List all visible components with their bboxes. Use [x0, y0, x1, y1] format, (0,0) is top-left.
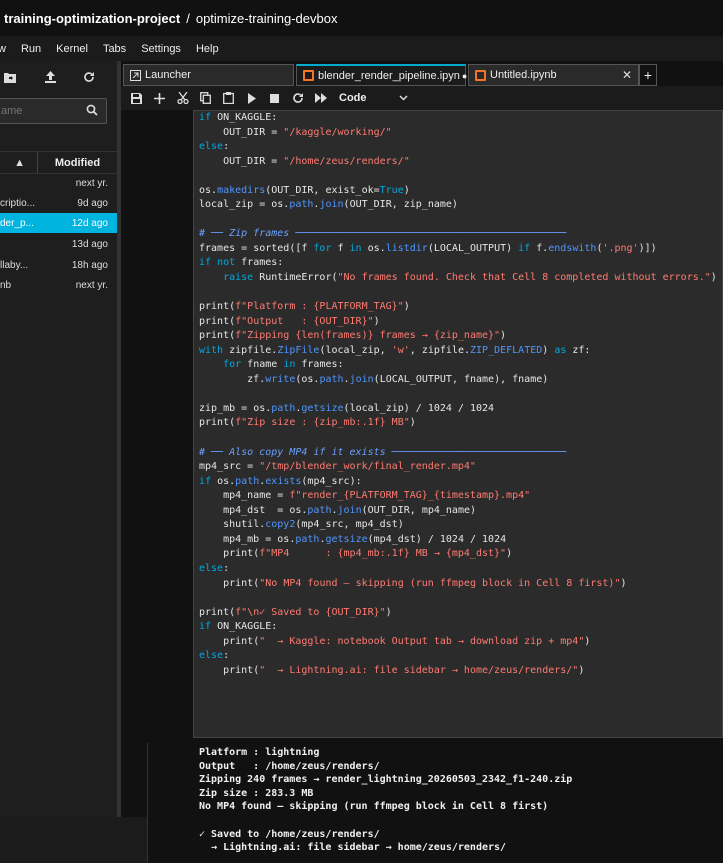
cut-icon[interactable] [171, 88, 194, 108]
unsaved-dot-icon[interactable]: ● [462, 71, 467, 81]
menu-run[interactable]: Run [21, 43, 41, 55]
file-name: nb [0, 279, 12, 291]
file-browser-toolbar [0, 61, 117, 93]
refresh-icon[interactable] [82, 70, 96, 84]
tab-bar: Launcher blender_render_pipeline.ipyn ● … [121, 64, 723, 86]
file-search-input[interactable] [0, 99, 83, 123]
name-column-header[interactable]: ▲ [0, 152, 38, 173]
file-row[interactable]: criptio... 9d ago [0, 193, 117, 213]
file-modified: 13d ago [71, 238, 108, 250]
new-tab-button[interactable]: + [639, 64, 657, 86]
file-name: criptio... [0, 197, 36, 209]
tab-blender-render-pipeline[interactable]: blender_render_pipeline.ipyn ● [296, 64, 467, 86]
tab-label: blender_render_pipeline.ipyn [318, 69, 460, 82]
notebook-panel: Launcher blender_render_pipeline.ipyn ● … [121, 61, 723, 863]
file-name: llaby... [0, 259, 29, 271]
title-separator: / [186, 10, 190, 26]
menu-kernel[interactable]: Kernel [56, 43, 88, 55]
upload-icon[interactable] [43, 70, 57, 84]
file-modified: 9d ago [77, 197, 108, 209]
tab-label: Launcher [145, 69, 191, 81]
menu-tabs[interactable]: Tabs [103, 43, 126, 55]
menu-settings[interactable]: Settings [141, 43, 181, 55]
chevron-down-icon[interactable] [399, 92, 408, 104]
menu-view[interactable]: w [0, 43, 6, 55]
tab-launcher[interactable]: Launcher [123, 64, 294, 86]
file-row[interactable]: nb next yr. [0, 275, 117, 295]
close-icon[interactable]: ✕ [622, 68, 632, 82]
file-row[interactable]: next yr. [0, 173, 117, 193]
file-modified: next yr. [75, 177, 108, 189]
folder-icon[interactable] [3, 70, 17, 84]
notebook-toolbar: Code [121, 86, 723, 110]
file-modified: next yr. [75, 279, 108, 291]
notebook-cells: if ON_KAGGLE: OUT_DIR = "/kaggle/working… [121, 110, 723, 863]
file-row[interactable]: llaby... 18h ago [0, 255, 117, 275]
file-browser: ▲ Modified next yr. criptio... 9d ago de… [0, 61, 117, 817]
code-cell-editor[interactable]: if ON_KAGGLE: OUT_DIR = "/kaggle/working… [193, 110, 723, 738]
tab-label: Untitled.ipynb [490, 69, 557, 81]
sort-ascending-icon: ▲ [14, 156, 25, 169]
file-row[interactable]: 13d ago [0, 234, 117, 254]
menu-help[interactable]: Help [196, 43, 219, 55]
notebook-icon [303, 70, 314, 81]
restart-icon[interactable] [286, 88, 309, 108]
copy-icon[interactable] [194, 88, 217, 108]
project-name[interactable]: training-optimization-project [4, 11, 180, 26]
file-name: der_p... [0, 217, 34, 229]
modified-column-header[interactable]: Modified [38, 157, 117, 169]
file-list-header: ▲ Modified [0, 151, 117, 174]
run-icon[interactable] [240, 88, 263, 108]
search-icon[interactable] [86, 104, 98, 119]
studio-name[interactable]: optimize-training-devbox [196, 11, 338, 26]
menu-bar: w Run Kernel Tabs Settings Help [0, 38, 723, 60]
code-text: if ON_KAGGLE: OUT_DIR = "/kaggle/working… [199, 112, 717, 676]
paste-icon[interactable] [217, 88, 240, 108]
file-search-box [0, 98, 107, 124]
stop-icon[interactable] [263, 88, 286, 108]
cell-type-select[interactable]: Code [339, 92, 399, 104]
file-modified: 18h ago [71, 259, 108, 271]
cell-output: Platform : lightning Output : /home/zeus… [147, 743, 723, 863]
launcher-icon [130, 69, 141, 81]
file-row-selected[interactable]: der_p... 12d ago [0, 213, 117, 233]
notebook-icon [475, 69, 486, 81]
title-bar: training-optimization-project / optimize… [0, 0, 723, 36]
file-modified: 12d ago [71, 217, 108, 229]
output-text: Platform : lightning Output : /home/zeus… [199, 747, 573, 854]
tab-untitled[interactable]: Untitled.ipynb ✕ [468, 64, 639, 86]
fast-forward-icon[interactable] [309, 88, 332, 108]
add-cell-icon[interactable] [148, 88, 171, 108]
save-icon[interactable] [125, 88, 148, 108]
